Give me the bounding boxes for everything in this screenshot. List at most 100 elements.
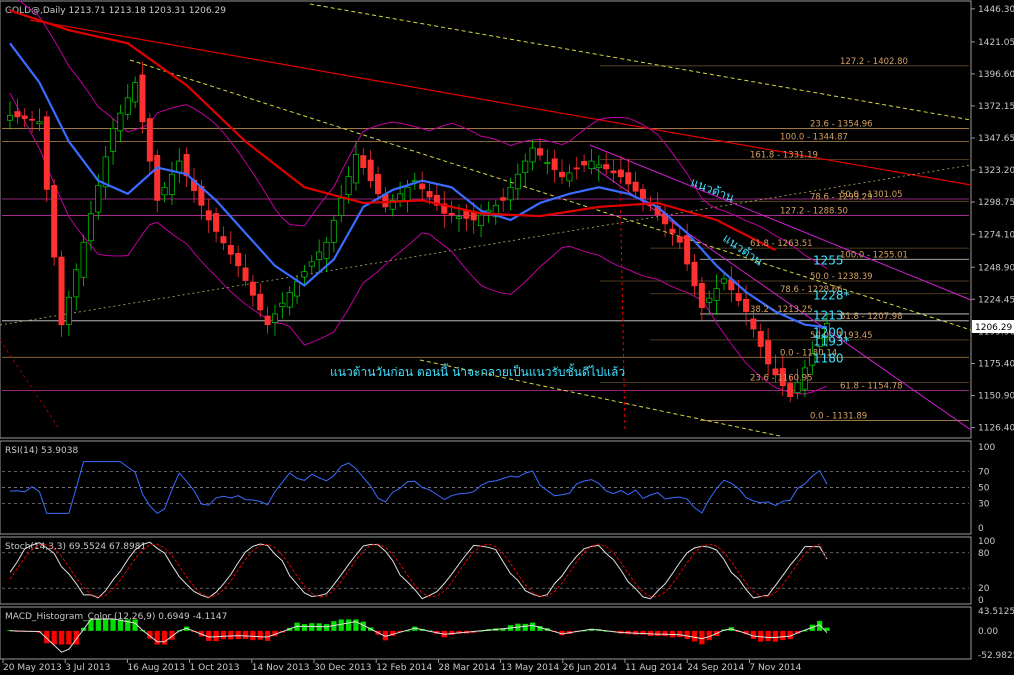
candle-body bbox=[110, 128, 117, 152]
candle-body bbox=[743, 298, 750, 312]
candle-body bbox=[345, 176, 352, 196]
fib-level-label: 61.8 - 1263.51 bbox=[750, 239, 813, 249]
price-axis-label: 1323.20 bbox=[978, 166, 1014, 176]
candle-body bbox=[765, 340, 772, 365]
macd-histogram-bar bbox=[51, 630, 57, 645]
macd-axis-label: 0.00 bbox=[978, 627, 998, 637]
macd-axis-label: -52.9825 bbox=[978, 651, 1014, 661]
candle-body bbox=[691, 261, 698, 287]
candle-body bbox=[639, 189, 646, 199]
candle-body bbox=[286, 291, 293, 308]
candle-body bbox=[478, 214, 485, 227]
macd-histogram-bar bbox=[323, 624, 330, 631]
candle-body bbox=[529, 147, 536, 163]
fib-level-label: 161.8 - 1331.19 bbox=[750, 151, 818, 161]
macd-histogram-bar bbox=[228, 630, 234, 640]
macd-histogram-bar bbox=[103, 619, 109, 631]
macd-histogram-bar bbox=[95, 619, 101, 631]
candle-body bbox=[73, 269, 80, 298]
date-axis-label: 24 Sep 2014 bbox=[687, 663, 744, 673]
candle-body bbox=[455, 216, 462, 219]
fib-level-label: 127.2 - 1402.80 bbox=[840, 57, 908, 67]
candle-body bbox=[294, 281, 301, 297]
macd-histogram-bar bbox=[765, 630, 771, 641]
candle-body bbox=[235, 253, 242, 267]
candle-body bbox=[448, 212, 455, 216]
candle-body bbox=[132, 82, 139, 103]
candle-body bbox=[507, 186, 514, 201]
candle-body bbox=[595, 164, 602, 168]
candle-body bbox=[264, 315, 271, 326]
candle-body bbox=[279, 302, 286, 308]
fib-level-label: 61.8 - 1154.78 bbox=[840, 381, 903, 391]
macd-histogram-bar bbox=[662, 630, 668, 637]
candle-body bbox=[544, 162, 551, 164]
macd-histogram-bar bbox=[301, 624, 308, 631]
candle-body bbox=[220, 236, 227, 244]
candle-body bbox=[706, 297, 713, 303]
candle-body bbox=[419, 183, 426, 190]
candle-body bbox=[146, 118, 153, 162]
candle-body bbox=[154, 154, 161, 201]
candle-body bbox=[176, 160, 183, 173]
candle-body bbox=[426, 191, 433, 198]
price-axis-label: 1224.45 bbox=[978, 295, 1014, 305]
price-axis-label: 1372.15 bbox=[978, 102, 1014, 112]
price-axis-label: 1175.40 bbox=[978, 359, 1014, 369]
candle-body bbox=[213, 213, 220, 232]
date-axis-label: 1 Oct 2013 bbox=[190, 663, 240, 673]
date-axis-label: 26 Jun 2014 bbox=[563, 663, 617, 673]
candle-body bbox=[404, 186, 411, 201]
macd-histogram-bar bbox=[772, 630, 779, 642]
date-axis-label: 13 May 2014 bbox=[501, 663, 560, 673]
main-panel-title: GOLD@,Daily 1213.71 1213.18 1203.31 1206… bbox=[5, 6, 226, 16]
candle-body bbox=[610, 170, 617, 174]
macd-histogram-bar bbox=[677, 630, 683, 638]
candle-body bbox=[338, 198, 345, 216]
fib-level-label: 23.6 - 1354.96 bbox=[810, 119, 873, 129]
candle-body bbox=[87, 213, 94, 242]
price-axis-label: 1421.05 bbox=[978, 38, 1014, 48]
macd-histogram-bar bbox=[699, 630, 705, 645]
rsi-panel-title: RSI(14) 53.9038 bbox=[5, 446, 78, 456]
macd-histogram-bar bbox=[58, 630, 65, 645]
candle-body bbox=[183, 153, 190, 177]
rsi-axis-label: 100 bbox=[978, 443, 995, 453]
candle-body bbox=[684, 235, 691, 265]
fib-level-label: 78.6 - 1299.29 bbox=[810, 192, 873, 202]
candle-body bbox=[551, 158, 558, 170]
macd-histogram-bar bbox=[691, 630, 698, 642]
date-axis-label: 11 Aug 2014 bbox=[625, 663, 683, 673]
candle-body bbox=[603, 164, 610, 170]
candle-body bbox=[58, 256, 65, 326]
candle-body bbox=[161, 186, 168, 196]
stoch-axis-label: 0 bbox=[978, 596, 984, 606]
date-axis-label: 16 Aug 2013 bbox=[127, 663, 185, 673]
date-axis-label: 7 Nov 2014 bbox=[749, 663, 801, 673]
fib-level-label: 61.8 - 1207.98 bbox=[840, 312, 903, 322]
candle-body bbox=[713, 288, 720, 301]
candle-body bbox=[316, 251, 323, 261]
rsi-axis-label: 70 bbox=[978, 467, 990, 477]
macd-histogram-bar bbox=[66, 630, 72, 645]
candle-body bbox=[43, 116, 50, 190]
trading-chart: GOLD@,Daily 1213.71 1213.18 1203.31 1206… bbox=[0, 0, 1014, 675]
candle-body bbox=[514, 173, 521, 190]
candle-body bbox=[95, 184, 102, 213]
macd-histogram-bar bbox=[448, 630, 455, 635]
fib-level-label: 100.0 - 1344.87 bbox=[780, 133, 848, 143]
date-axis-label: 3 Jul 2013 bbox=[65, 663, 110, 673]
macd-histogram-bar bbox=[684, 630, 690, 640]
macd-histogram-bar bbox=[154, 630, 160, 645]
macd-histogram-bar bbox=[220, 630, 227, 640]
candle-body bbox=[794, 381, 801, 394]
macd-histogram-bar bbox=[655, 630, 661, 637]
candle-body bbox=[14, 111, 21, 118]
rsi-axis-label: 50 bbox=[978, 484, 990, 494]
candle-body bbox=[669, 228, 676, 234]
candle-body bbox=[323, 241, 330, 260]
macd-histogram-bar bbox=[529, 622, 536, 631]
candle-body bbox=[271, 313, 278, 323]
macd-histogram-bar bbox=[522, 623, 528, 631]
macd-histogram-bar bbox=[110, 619, 116, 631]
